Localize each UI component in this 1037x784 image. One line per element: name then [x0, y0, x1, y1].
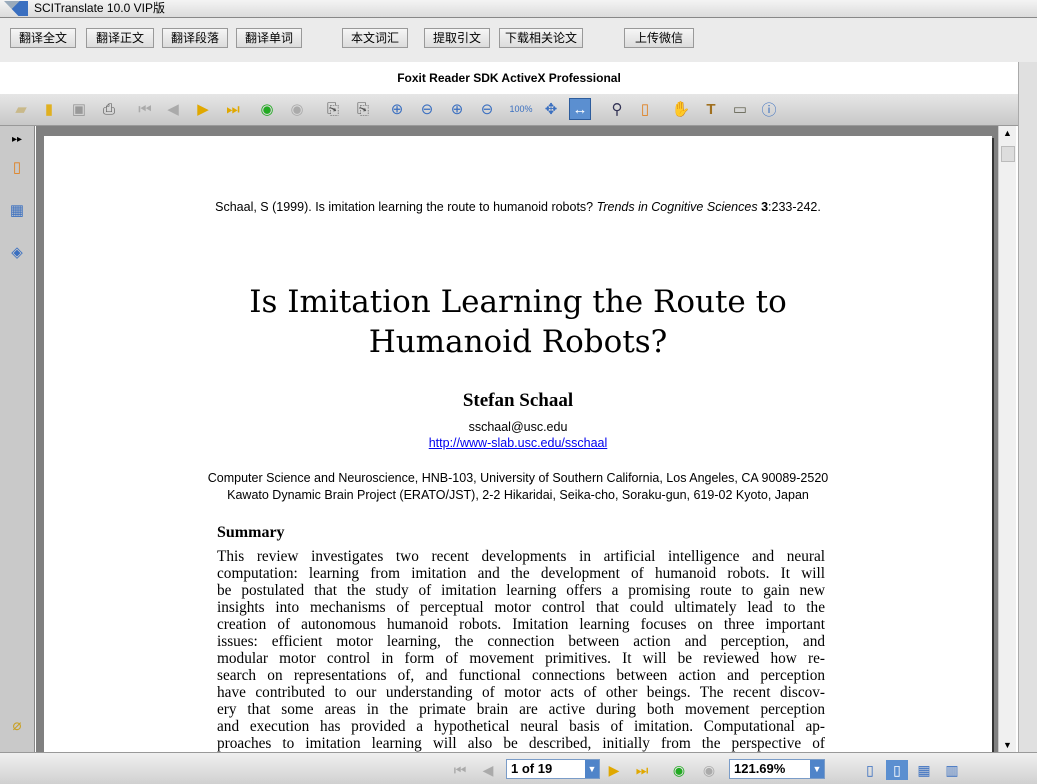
info-icon[interactable]: ⓘ — [758, 98, 780, 120]
text-select-icon[interactable]: T — [700, 98, 722, 120]
last-page-icon[interactable]: ⏭ — [634, 760, 650, 780]
summary-heading: Summary — [217, 524, 285, 541]
affiliation: Computer Science and Neuroscience, HNB-1… — [207, 471, 829, 485]
scroll-down-icon[interactable]: ▼ — [1003, 740, 1012, 750]
viewer-title-text: Foxit Reader SDK ActiveX Professional — [397, 71, 621, 85]
citation-volume: 3 — [761, 200, 769, 214]
attachments-panel-icon[interactable]: ⌀ — [7, 714, 27, 736]
citation-pages: :233-242. — [768, 200, 821, 214]
extract-citations-button[interactable]: 提取引文 — [424, 28, 490, 48]
upload-wechat-button[interactable]: 上传微信 — [624, 28, 694, 48]
back-icon[interactable]: ◉ — [256, 98, 278, 120]
affiliation: Kawato Dynamic Brain Project (ERATO/JST)… — [227, 488, 809, 502]
thumbnails-panel-icon[interactable]: ▦ — [7, 199, 27, 221]
forward-icon[interactable]: ◉ — [700, 760, 718, 780]
summary-line: issues: efficient motor learning, the co… — [217, 633, 825, 650]
single-page-icon[interactable]: ▯ — [862, 760, 878, 780]
viewer-toolbar: ▰ ▮ ▣ ⎙ ⏮ ◀ ▶ ⏭ ◉ ◉ ⎘ ⎘ ⊕ ⊖ ⊕ ⊖ 100% ✥ ↔… — [0, 94, 1018, 126]
title-line: Is Imitation Learning the Route to — [249, 284, 787, 320]
app-logo-icon — [4, 1, 28, 16]
last-page-icon[interactable]: ⏭ — [222, 98, 244, 120]
zoom-in-icon[interactable]: ⊕ — [386, 98, 408, 120]
prev-page-icon[interactable]: ◀ — [480, 760, 496, 780]
viewer-title: Foxit Reader SDK ActiveX Professional — [0, 62, 1018, 94]
translate-body-button[interactable]: 翻译正文 — [86, 28, 154, 48]
summary-line: This review investigates two recent deve… — [217, 548, 825, 565]
paper-title: Is Imitation Learning the Route to Humano… — [44, 282, 992, 362]
app-title: SCITranslate 10.0 VIP版 — [34, 1, 165, 15]
translate-full-button[interactable]: 翻译全文 — [10, 28, 76, 48]
summary-line: search on representations of, and functi… — [217, 667, 825, 684]
facing-pages-icon[interactable]: ▦ — [916, 760, 932, 780]
zoom-out-small-icon[interactable]: ⊖ — [476, 98, 498, 120]
author-email: sschaal@usc.edu — [468, 420, 568, 434]
chevron-down-icon[interactable]: ▼ — [585, 760, 599, 778]
rotate-right-icon[interactable]: ⎘ — [352, 98, 374, 120]
zoom-level: 121.69% — [734, 761, 786, 776]
bookmarks-panel-icon[interactable]: ▯ — [7, 156, 27, 178]
document-viewport[interactable]: Schaal, S (1999). Is imitation learning … — [36, 126, 998, 752]
title-bar: SCITranslate 10.0 VIP版 — [0, 0, 1037, 18]
first-page-icon[interactable]: ⏮ — [452, 760, 468, 780]
citation: Schaal, S (1999). Is imitation learning … — [44, 200, 992, 214]
translate-paragraph-button[interactable]: 翻译段落 — [162, 28, 228, 48]
citation-text: Schaal, S (1999). Is imitation learning … — [215, 200, 597, 214]
back-icon[interactable]: ◉ — [670, 760, 688, 780]
print-icon[interactable]: ⎙ — [98, 98, 120, 120]
author: Stefan Schaal — [462, 390, 574, 411]
navigation-panel: ▸▸ ▯ ▦ ◈ ⌀ — [0, 126, 35, 752]
forward-icon[interactable]: ◉ — [286, 98, 308, 120]
citation-journal: Trends in Cognitive Sciences — [596, 200, 758, 214]
hand-tool-icon[interactable]: ✋ — [670, 98, 692, 120]
zoom-select[interactable]: 121.69% ▼ — [729, 759, 825, 779]
snapshot-icon[interactable]: ▭ — [729, 98, 751, 120]
right-panel — [1018, 62, 1037, 752]
summary-line: modular motor control in form of movemen… — [217, 650, 825, 667]
chevron-down-icon[interactable]: ▼ — [810, 760, 824, 778]
open-file-icon[interactable]: ▮ — [38, 98, 60, 120]
next-page-icon[interactable]: ▶ — [606, 760, 622, 780]
download-related-button[interactable]: 下载相关论文 — [499, 28, 583, 48]
scroll-thumb[interactable] — [1001, 146, 1015, 162]
rotate-left-icon[interactable]: ⎘ — [322, 98, 344, 120]
save-icon[interactable]: ▣ — [68, 98, 90, 120]
summary-line: have contributed to our understanding of… — [217, 684, 825, 701]
summary-line: and execution has provided a hypothetica… — [217, 718, 825, 735]
author-url-link[interactable]: http://www-slab.usc.edu/sschaal — [44, 436, 992, 450]
page-number: 1 of 19 — [511, 761, 553, 776]
continuous-page-icon[interactable]: ▯ — [886, 760, 908, 780]
title-line: Humanoid Robots? — [368, 324, 668, 360]
summary-line: ery that some areas in the primate brain… — [217, 701, 825, 718]
open-folder-icon[interactable]: ▰ — [10, 98, 32, 120]
vertical-scrollbar[interactable]: ▲ ▼ — [998, 126, 1016, 752]
status-bar: ⏮ ◀ 1 of 19 ▼ ▶ ⏭ ◉ ◉ 121.69% ▼ ▯ ▯ ▦ ▥ — [0, 752, 1037, 784]
pdf-page: Schaal, S (1999). Is imitation learning … — [44, 136, 992, 752]
summary-line: be postulated that the study of imitatio… — [217, 582, 825, 599]
summary-line: proaches to imitation learning will also… — [217, 735, 825, 752]
zoom-out-icon[interactable]: ⊖ — [416, 98, 438, 120]
first-page-icon[interactable]: ⏮ — [134, 98, 156, 120]
vocabulary-button[interactable]: 本文词汇 — [342, 28, 408, 48]
summary-line: computation: learning from imitation and… — [217, 565, 825, 582]
find-icon[interactable]: ⚲ — [606, 98, 628, 120]
layers-panel-icon[interactable]: ◈ — [7, 241, 27, 263]
scroll-up-icon[interactable]: ▲ — [1003, 128, 1012, 138]
prev-page-icon[interactable]: ◀ — [162, 98, 184, 120]
summary-text: This review investigates two recent deve… — [217, 548, 825, 752]
bookmark-icon[interactable]: ▯ — [634, 98, 656, 120]
summary-line: insights into mechanisms of perceptual m… — [217, 599, 825, 616]
fit-page-icon[interactable]: ✥ — [540, 98, 562, 120]
summary-line: creation of autonomous humanoid robots. … — [217, 616, 825, 633]
continuous-facing-icon[interactable]: ▥ — [944, 760, 960, 780]
expand-panel-icon[interactable]: ▸▸ — [7, 128, 27, 150]
actual-size-icon[interactable]: 100% — [509, 98, 532, 120]
fit-width-icon[interactable]: ↔ — [569, 98, 591, 120]
affiliations: Computer Science and Neuroscience, HNB-1… — [44, 470, 992, 504]
zoom-in-small-icon[interactable]: ⊕ — [446, 98, 468, 120]
page-number-select[interactable]: 1 of 19 ▼ — [506, 759, 600, 779]
next-page-icon[interactable]: ▶ — [192, 98, 214, 120]
translate-word-button[interactable]: 翻译单词 — [236, 28, 302, 48]
translate-toolbar: 翻译全文 翻译正文 翻译段落 翻译单词 本文词汇 提取引文 下载相关论文 上传微… — [0, 18, 1037, 62]
